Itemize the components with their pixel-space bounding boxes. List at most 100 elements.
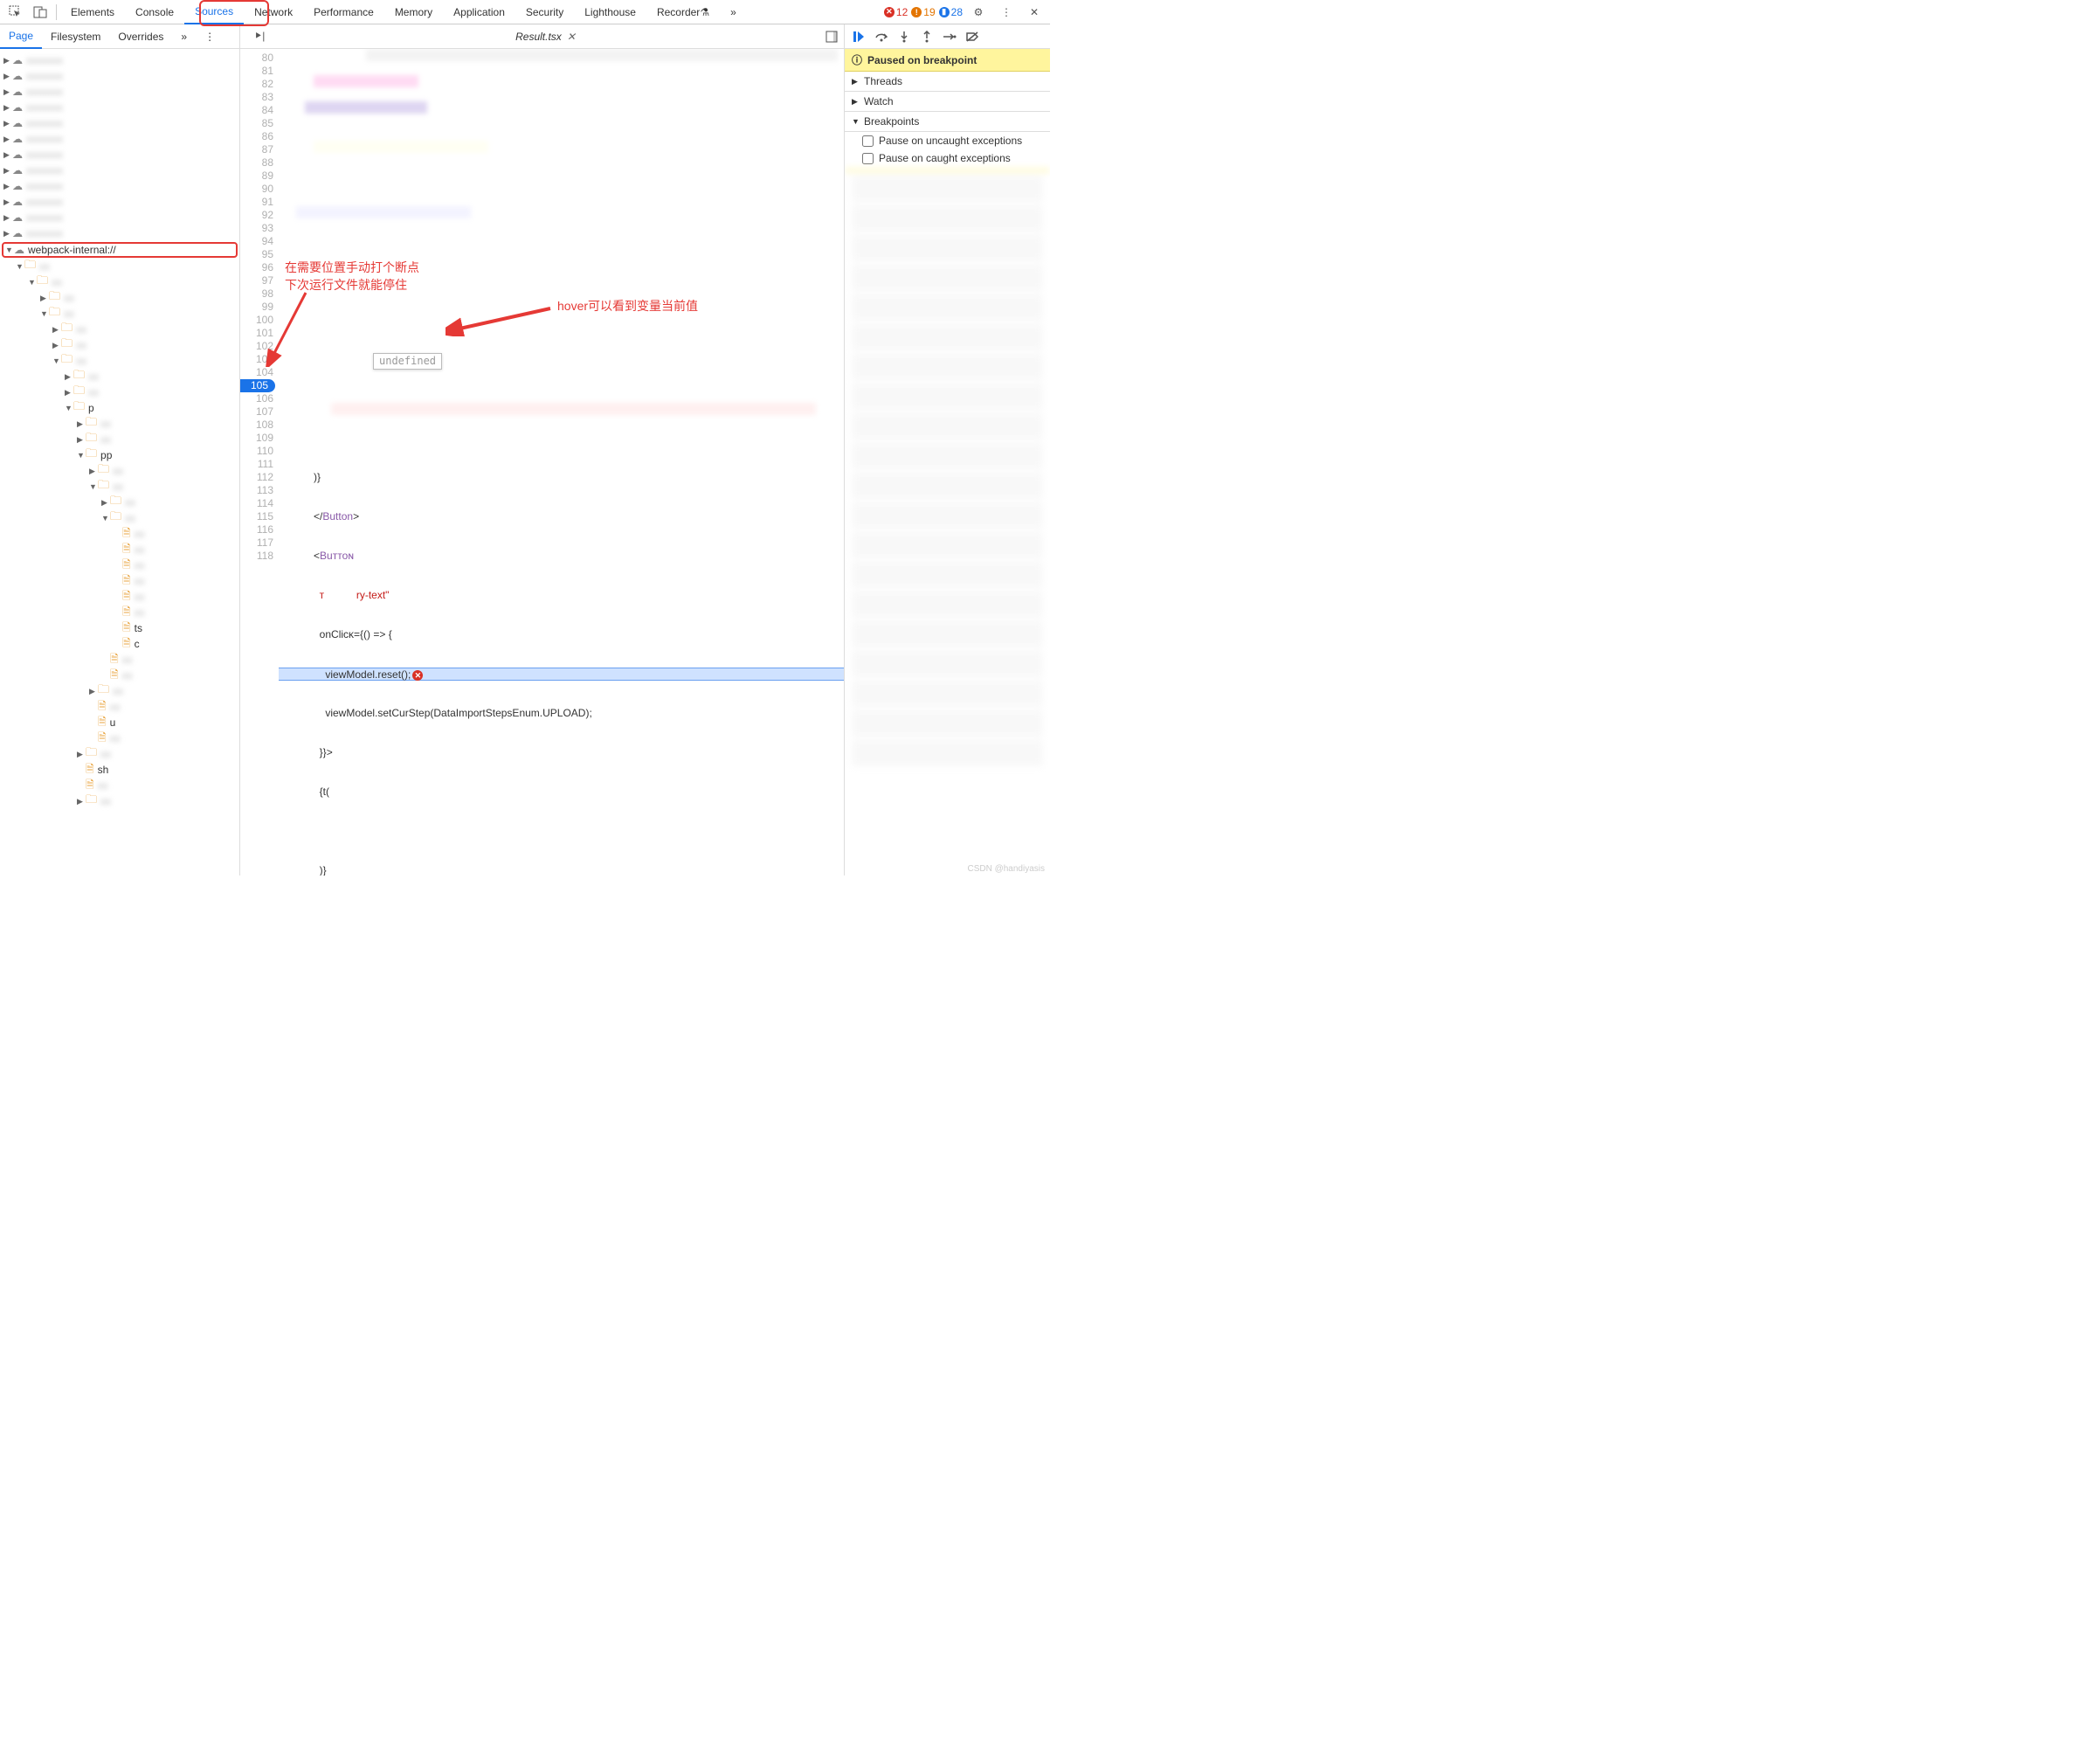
close-file-icon[interactable]: ✕: [567, 31, 576, 43]
tree-folder-row[interactable]: ▶🗀xx: [0, 463, 239, 479]
gutter-line[interactable]: 93: [240, 222, 273, 235]
gutter-line[interactable]: 97: [240, 274, 273, 287]
gutter-line[interactable]: 109: [240, 432, 273, 445]
gutter-line[interactable]: 118: [240, 550, 273, 563]
gutter-line[interactable]: 87: [240, 143, 273, 156]
subtab-overrides[interactable]: Overrides: [109, 24, 172, 49]
tree-file-row[interactable]: 🗎u: [0, 715, 239, 730]
tree-folder-row[interactable]: ▼🗀xx: [0, 479, 239, 495]
tree-folder-row[interactable]: ▶🗀xx: [0, 369, 239, 384]
gutter-line[interactable]: 102: [240, 340, 273, 353]
close-icon[interactable]: ✕: [1024, 2, 1045, 23]
tree-folder-row[interactable]: ▶🗀xx: [0, 416, 239, 432]
gutter-line[interactable]: 81: [240, 65, 273, 78]
nav-arrow-icon[interactable]: ⯈|: [249, 26, 270, 47]
checkbox-caught-input[interactable]: [862, 153, 874, 164]
section-threads[interactable]: ▶Threads: [845, 72, 1050, 92]
tab-sources[interactable]: Sources: [184, 0, 244, 24]
tab-recorder[interactable]: Recorder ⚗: [646, 0, 720, 24]
tree-folder-row[interactable]: ▼🗀p: [0, 400, 239, 416]
file-tab-result[interactable]: Result.tsx ✕: [508, 29, 583, 45]
gutter-line[interactable]: 83: [240, 91, 273, 104]
info-count[interactable]: ▮28: [939, 6, 963, 18]
gutter-line[interactable]: 89: [240, 170, 273, 183]
gutter-line[interactable]: 92: [240, 209, 273, 222]
tree-folder-row[interactable]: ▶🗀xx: [0, 793, 239, 809]
warning-count[interactable]: !19: [911, 6, 935, 18]
gutter-line[interactable]: 86: [240, 130, 273, 143]
section-watch[interactable]: ▶Watch: [845, 92, 1050, 112]
tree-file-row[interactable]: 🗎xx: [0, 573, 239, 589]
gutter-line[interactable]: 116: [240, 523, 273, 536]
gutter-line[interactable]: 84: [240, 104, 273, 117]
tree-origin-row[interactable]: ▶☁xxxxxxx: [0, 100, 239, 115]
tab-lighthouse[interactable]: Lighthouse: [574, 0, 646, 24]
gutter-line[interactable]: 108: [240, 419, 273, 432]
gutter-line[interactable]: 115: [240, 510, 273, 523]
tab-elements[interactable]: Elements: [60, 0, 125, 24]
tree-folder-row[interactable]: ▶🗀xx: [0, 683, 239, 699]
tree-origin-row[interactable]: ▶☁xxxxxxx: [0, 68, 239, 84]
gear-icon[interactable]: ⚙: [968, 2, 989, 23]
tree-folder-row[interactable]: ▼🗀xx: [0, 353, 239, 369]
tree-folder-row[interactable]: ▼🗀xx: [0, 306, 239, 322]
toggle-sidebar-icon[interactable]: [821, 26, 842, 47]
step-out-icon[interactable]: [920, 30, 934, 44]
tree-origin-row[interactable]: ▶☁xxxxxxx: [0, 163, 239, 178]
file-navigator[interactable]: ▶☁xxxxxxx▶☁xxxxxxx▶☁xxxxxxx▶☁xxxxxxx▶☁xx…: [0, 49, 240, 876]
tab-application[interactable]: Application: [443, 0, 515, 24]
tree-folder-row[interactable]: ▶🗀xx: [0, 746, 239, 762]
tree-folder-row[interactable]: ▼🗀xx: [0, 274, 239, 290]
gutter-line[interactable]: 110: [240, 445, 273, 458]
gutter-line[interactable]: 104: [240, 366, 273, 379]
section-breakpoints[interactable]: ▼Breakpoints: [845, 112, 1050, 132]
gutter-line[interactable]: 100: [240, 314, 273, 327]
gutter-line[interactable]: 112: [240, 471, 273, 484]
gutter-line[interactable]: 114: [240, 497, 273, 510]
gutter-line[interactable]: 94: [240, 235, 273, 248]
gutter-line[interactable]: 113: [240, 484, 273, 497]
tree-file-row[interactable]: 🗎xx: [0, 730, 239, 746]
tree-file-row[interactable]: 🗎xx: [0, 589, 239, 605]
tree-origin-row[interactable]: ▶☁xxxxxxx: [0, 210, 239, 225]
gutter-line[interactable]: 90: [240, 183, 273, 196]
gutter-line[interactable]: 99: [240, 301, 273, 314]
tab-security[interactable]: Security: [515, 0, 574, 24]
tab-network[interactable]: Network: [244, 0, 303, 24]
tree-origin-row[interactable]: ▶☁xxxxxxx: [0, 147, 239, 163]
error-count[interactable]: ✕12: [884, 6, 908, 18]
checkbox-uncaught[interactable]: Pause on uncaught exceptions: [845, 132, 1050, 149]
tree-folder-row[interactable]: ▶🗀xx: [0, 432, 239, 447]
tree-file-row[interactable]: 🗎xx: [0, 778, 239, 793]
code-area[interactable]: )} </Button> <Buᴛᴛᴏɴ ᴛ ry-text" onCliᴄᴋ=…: [279, 49, 844, 876]
gutter-line[interactable]: 82: [240, 78, 273, 91]
gutter-line[interactable]: 80: [240, 52, 273, 65]
gutter-line[interactable]: 85: [240, 117, 273, 130]
gutter-line[interactable]: 101: [240, 327, 273, 340]
gutter-breakpoint[interactable]: 105: [240, 379, 275, 392]
navigator-kebab-icon[interactable]: ⋮: [196, 24, 224, 49]
gutter-line[interactable]: 88: [240, 156, 273, 170]
device-toolbar-icon[interactable]: [30, 2, 51, 23]
tree-file-row[interactable]: 🗎xx: [0, 668, 239, 683]
tab-memory[interactable]: Memory: [384, 0, 443, 24]
tree-origin-row[interactable]: ▶☁xxxxxxx: [0, 194, 239, 210]
tab-performance[interactable]: Performance: [303, 0, 384, 24]
checkbox-caught[interactable]: Pause on caught exceptions: [845, 149, 1050, 167]
gutter-line[interactable]: 95: [240, 248, 273, 261]
kebab-menu-icon[interactable]: ⋮: [996, 2, 1017, 23]
tree-file-row[interactable]: 🗎ts: [0, 620, 239, 636]
tree-folder-row[interactable]: ▶🗀xx: [0, 384, 239, 400]
tree-folder-row[interactable]: ▼🗀xx: [0, 510, 239, 526]
tree-origin-row[interactable]: ▶☁xxxxxxx: [0, 131, 239, 147]
gutter-line[interactable]: 98: [240, 287, 273, 301]
step-icon[interactable]: [943, 30, 957, 44]
deactivate-breakpoints-icon[interactable]: [965, 30, 979, 44]
tree-origin-row[interactable]: ▶☁xxxxxxx: [0, 84, 239, 100]
more-tabs-icon[interactable]: »: [720, 0, 747, 24]
line-gutter[interactable]: 8081828384858687888990919293949596979899…: [240, 49, 279, 563]
tree-origin-row[interactable]: ▶☁xxxxxxx: [0, 115, 239, 131]
checkbox-uncaught-input[interactable]: [862, 135, 874, 147]
tree-file-row[interactable]: 🗎sh: [0, 762, 239, 778]
tree-file-row[interactable]: 🗎xx: [0, 542, 239, 557]
